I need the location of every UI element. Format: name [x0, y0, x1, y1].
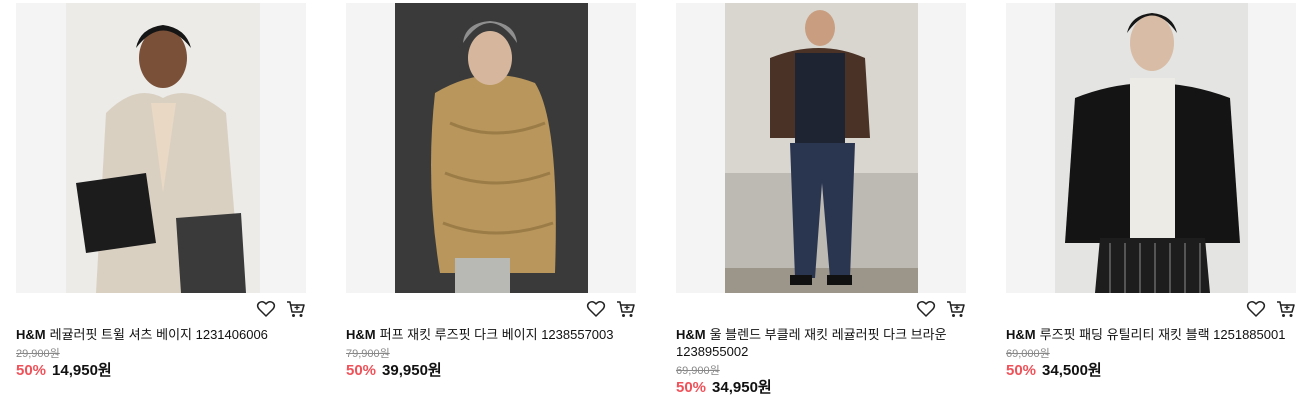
product-actions: [586, 299, 636, 319]
cart-icon[interactable]: [616, 299, 636, 319]
product-actions: [1246, 299, 1296, 319]
sale-price: 34,500원: [1042, 362, 1102, 379]
product-brand: H&M: [676, 327, 706, 342]
discount-rate: 50%: [16, 362, 47, 379]
cart-icon[interactable]: [946, 299, 966, 319]
product-title[interactable]: H&M 퍼프 재킷 루즈핏 다크 베이지 1238557003: [346, 326, 636, 343]
cart-icon[interactable]: [286, 299, 306, 319]
product-card[interactable]: H&M 퍼프 재킷 루즈핏 다크 베이지 1238557003 79,900원 5…: [346, 3, 636, 379]
product-name: 퍼프 재킷 루즈핏 다크 베이지 1238557003: [379, 327, 614, 342]
product-brand: H&M: [346, 327, 376, 342]
product-brand: H&M: [16, 327, 46, 342]
product-card[interactable]: H&M 레귤러핏 트윌 셔츠 베이지 1231406006 29,900원 50%…: [16, 3, 306, 379]
product-photo: [725, 3, 918, 293]
original-price: 29,900원: [16, 348, 60, 360]
product-image[interactable]: [346, 3, 636, 293]
product-title[interactable]: H&M 울 블렌드 부클레 재킷 레귤러핏 다크 브라운 1238955002: [676, 326, 966, 360]
sale-price: 14,950원: [52, 362, 112, 379]
product-actions: [916, 299, 966, 319]
heart-icon[interactable]: [586, 299, 606, 319]
product-image[interactable]: [16, 3, 306, 293]
original-price: 69,000원: [1006, 348, 1050, 360]
product-name: 레귤러핏 트윌 셔츠 베이지 1231406006: [49, 327, 268, 342]
product-image[interactable]: [676, 3, 966, 293]
product-title[interactable]: H&M 루즈핏 패딩 유틸리티 재킷 블랙 1251885001: [1006, 326, 1296, 343]
product-image[interactable]: [1006, 3, 1296, 293]
heart-icon[interactable]: [916, 299, 936, 319]
heart-icon[interactable]: [1246, 299, 1266, 319]
product-photo: [1055, 3, 1248, 293]
sale-price: 34,950원: [712, 379, 772, 396]
product-grid: H&M 레귤러핏 트윌 셔츠 베이지 1231406006 29,900원 50%…: [0, 0, 1298, 402]
discount-rate: 50%: [676, 379, 707, 396]
product-card[interactable]: H&M 루즈핏 패딩 유틸리티 재킷 블랙 1251885001 69,000원 …: [1006, 3, 1296, 379]
heart-icon[interactable]: [256, 299, 276, 319]
discount-rate: 50%: [346, 362, 377, 379]
product-actions: [256, 299, 306, 319]
original-price: 79,900원: [346, 348, 390, 360]
product-name: 루즈핏 패딩 유틸리티 재킷 블랙 1251885001: [1039, 327, 1286, 342]
cart-icon[interactable]: [1276, 299, 1296, 319]
product-photo: [66, 3, 260, 293]
product-photo: [395, 3, 588, 293]
product-card[interactable]: H&M 울 블렌드 부클레 재킷 레귤러핏 다크 브라운 1238955002 6…: [676, 3, 966, 396]
product-brand: H&M: [1006, 327, 1036, 342]
original-price: 69,900원: [676, 365, 720, 377]
sale-price: 39,950원: [382, 362, 442, 379]
product-title[interactable]: H&M 레귤러핏 트윌 셔츠 베이지 1231406006: [16, 326, 306, 343]
product-name: 울 블렌드 부클레 재킷 레귤러핏 다크 브라운 1238955002: [676, 327, 947, 359]
discount-rate: 50%: [1006, 362, 1037, 379]
